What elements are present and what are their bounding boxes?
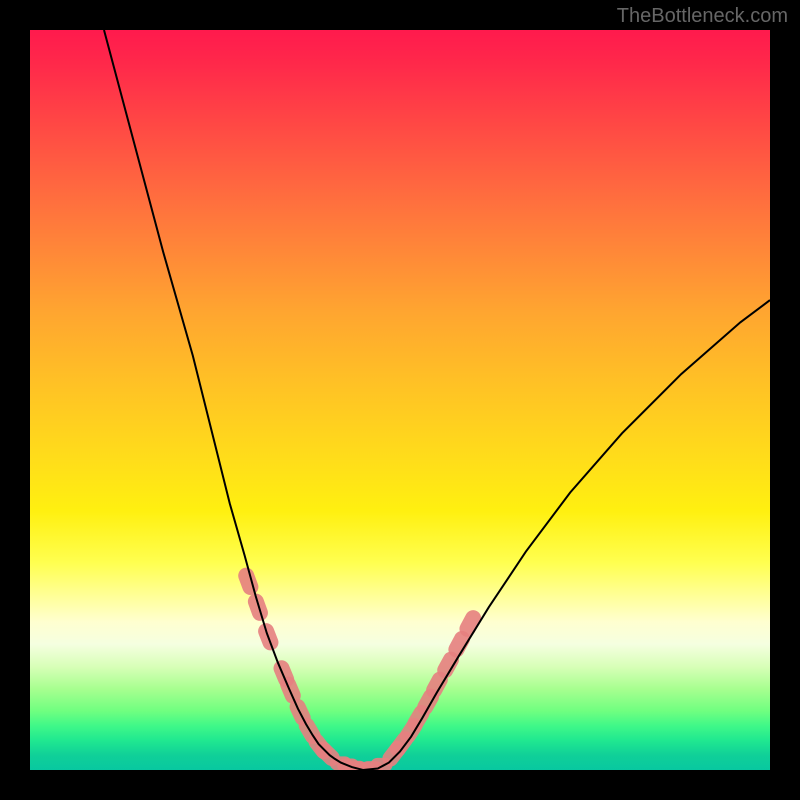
data-markers	[236, 565, 484, 770]
data-marker	[246, 591, 271, 623]
chart-frame: TheBottleneck.com	[0, 0, 800, 800]
plot-area	[30, 30, 770, 770]
watermark-text: TheBottleneck.com	[617, 5, 788, 28]
left-curve	[104, 30, 363, 770]
chart-svg	[30, 30, 770, 770]
